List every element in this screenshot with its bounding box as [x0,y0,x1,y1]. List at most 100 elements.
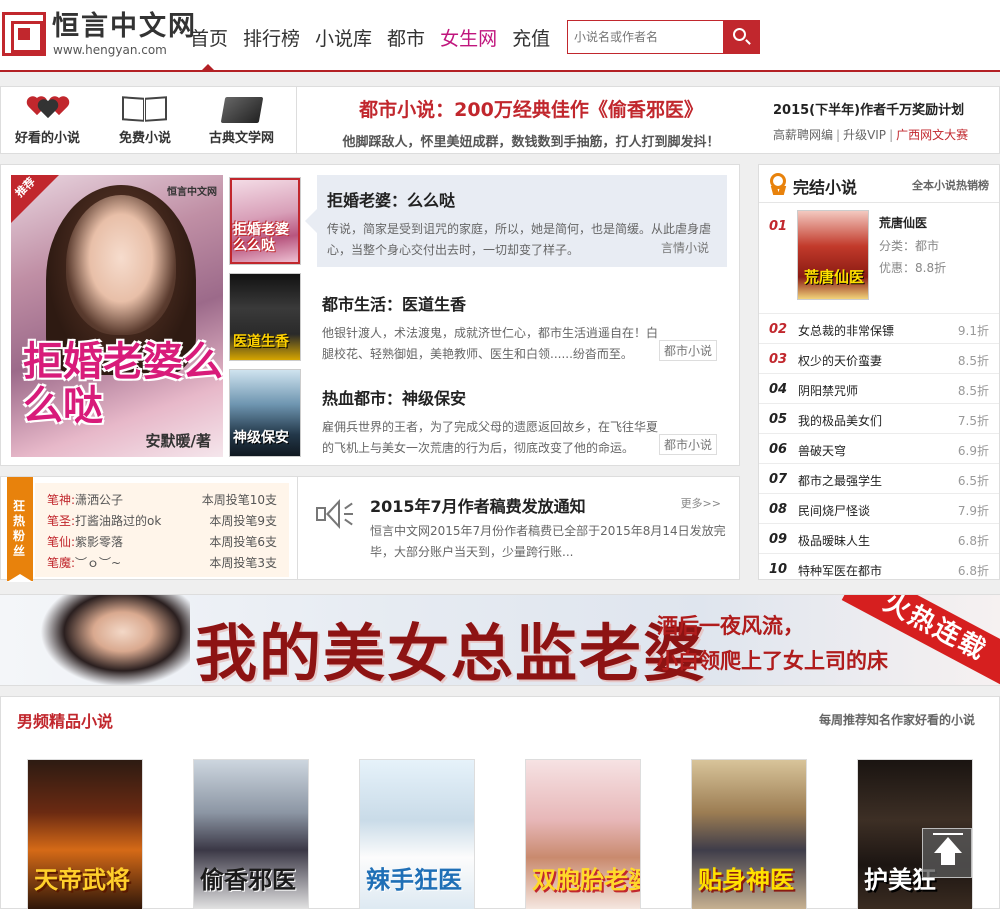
ranking-header: 完结小说 全本小说热销榜 [759,165,999,203]
nav-recharge[interactable]: 充值 [512,26,550,52]
book-cover[interactable]: 双胞胎老婆 [525,759,641,909]
featured-item-desc: 雇佣兵世界的王者，为了完成父母的遗愿返回故乡，在飞往华夏的飞机上与美女一次荒唐的… [322,420,659,455]
ranking-row[interactable]: 07 都市之最强学生 6.5折 [759,463,999,493]
ranking-row[interactable]: 06 兽破天穹 6.9折 [759,433,999,463]
fan-row[interactable]: 笔魔:︶ｏ︶~ 本周投笔3支 [47,551,277,571]
quick-link-free-novels[interactable]: 免费小说 [119,95,171,146]
promo-bar: 好看的小说 免费小说 古典文学网 都市小说：200万经典佳作《偷香邪医》 他脚踩… [0,86,1000,154]
nav-female[interactable]: 女生网 [440,26,497,52]
notice-title[interactable]: 2015年7月作者稿费发放通知 [370,493,586,517]
featured-item-tag[interactable]: 言情小说 [657,238,713,257]
featured-thumb-1[interactable]: 拒婚老婆么么哒 [229,177,301,265]
featured-item-3[interactable]: 热血都市：神级保安 雇佣兵世界的王者，为了完成父母的遗愿返回故乡，在飞往华夏的飞… [317,373,727,461]
featured-thumb-2[interactable]: 医道生香 [229,273,301,361]
male-novels-section: 男频精品小说 每周推荐知名作家好看的小说 天帝武将 偷香邪医 辣手狂医 双胞胎老… [0,696,1000,909]
book-cover[interactable]: 贴身神医 [691,759,807,909]
book-cover-title: 辣手狂医 [366,865,462,894]
fans-label: 狂热粉丝 [7,477,33,582]
ranking-row[interactable]: 02 女总裁的非常保镖 9.1折 [759,313,999,343]
ranking-discount: 6.8折 [957,534,989,548]
book-cover[interactable]: 天帝武将 [27,759,143,909]
nav-rankings[interactable]: 排行榜 [243,26,300,52]
site-logo[interactable]: 恒言中文网 www.hengyan.com [2,12,195,58]
speaker-icon [316,497,356,533]
search-button[interactable] [723,21,759,53]
featured-item-2[interactable]: 都市生活：医道生香 他银针渡人，术法渡鬼，成就济世仁心，都市生活逍遥自在！白腿校… [317,279,727,367]
ranking-name[interactable]: 极品暧昧人生 [798,532,870,549]
ranking-num: 02 [769,322,788,337]
ranking-name[interactable]: 兽破天穹 [798,442,846,459]
link-hire-editors[interactable]: 高薪聘网编 [773,128,833,142]
book-cover[interactable]: 偷香邪医 [193,759,309,909]
link-guangxi-contest[interactable]: 广西网文大赛 [896,128,968,142]
featured-item-tag[interactable]: 都市小说 [658,434,717,455]
ranking-subtitle[interactable]: 全本小说热销榜 [912,177,989,193]
fan-rank: 笔神: [47,493,76,507]
book-cover[interactable]: 辣手狂医 [359,759,475,909]
fan-row[interactable]: 笔仙:紫影零落 本周投笔6支 [47,530,277,550]
ranking-name[interactable]: 权少的天价蛮妻 [798,352,882,369]
ranking-top-cover-title: 荒唐仙医 [804,268,865,286]
ranking-name[interactable]: 阴阳禁咒师 [798,382,858,399]
ranking-num: 07 [769,472,788,487]
ranking-name[interactable]: 我的极品美女们 [798,412,882,429]
notice-more-link[interactable]: 更多>> [681,495,721,511]
ranking-row[interactable]: 09 极品暧昧人生 6.8折 [759,523,999,553]
search-input[interactable] [568,21,724,53]
promo-banner[interactable]: 我的美女总监老婆 酒后一夜风流， 小白领爬上了女上司的床 火热连载 [0,594,1000,686]
ranking-top-category: 分类：都市 [879,237,939,254]
author-plan-title[interactable]: 2015(下半年)作者千万奖励计划 [773,99,997,118]
quick-link-good-novels[interactable]: 好看的小说 [15,95,80,146]
nav-urban[interactable]: 都市 [387,26,425,52]
page-root: 恒言中文网 www.hengyan.com 首页 排行榜 小说库 都市 女生网 … [0,0,1000,909]
fan-row[interactable]: 笔圣:打酱油路过的ok 本周投笔9支 [47,509,277,529]
active-nav-indicator [201,64,215,71]
book-cover-title: 贴身神医 [698,865,794,894]
fans-panel: 狂热粉丝 笔神:潇洒公子 本周投笔10支 笔圣:打酱油路过的ok 本周投笔9支 … [0,476,298,582]
nav-library[interactable]: 小说库 [315,26,372,52]
ranking-name[interactable]: 民间烧尸怪谈 [798,502,870,519]
ranking-row[interactable]: 08 民间烧尸怪谈 7.9折 [759,493,999,523]
featured-item-title[interactable]: 都市生活：医道生香 [322,291,466,315]
fan-rank: 笔魔: [47,556,76,570]
featured-item-title[interactable]: 热血都市：神级保安 [322,385,466,409]
featured-item-title[interactable]: 拒婚老婆：么么哒 [327,187,455,211]
ranking-top-item[interactable]: 01 荒唐仙医 荒唐仙医 分类：都市 优惠：8.8折 [759,205,999,305]
ranking-top-category-value: 都市 [915,239,940,253]
site-header: 恒言中文网 www.hengyan.com 首页 排行榜 小说库 都市 女生网 … [0,0,1000,72]
fans-label-text: 狂热粉丝 [13,499,26,558]
ranking-row[interactable]: 10 特种军医在都市 6.8折 [759,553,999,583]
featured-item-tag[interactable]: 都市小说 [658,340,717,361]
fan-row[interactable]: 笔神:潇洒公子 本周投笔10支 [47,488,277,508]
ranking-name[interactable]: 女总裁的非常保镖 [798,322,894,339]
link-upgrade-vip[interactable]: 升级VIP [843,128,886,142]
thumb-title: 医道生香 [233,334,289,350]
cover-title: 拒婚老婆么么哒 [23,338,223,429]
back-to-top-icon [933,833,963,835]
back-to-top-button[interactable] [922,828,972,878]
featured-item-1[interactable]: 拒婚老婆：么么哒 传说，简家是受到诅咒的家庭，所以，她是简何，也是简缓。从此虐身… [305,175,727,267]
fan-name: 打酱油路过的ok [75,514,162,528]
ranking-name[interactable]: 都市之最强学生 [798,472,882,489]
ranking-row[interactable]: 05 我的极品美女们 7.5折 [759,403,999,433]
section-subtitle: 每周推荐知名作家好看的小说 [818,713,975,727]
featured-item-desc: 他银针渡人，术法渡鬼，成就济世仁心，都市生活逍遥自在！白腿校花、轻熟御姐，美艳教… [322,326,659,361]
book-cover-title: 双胞胎老婆 [532,865,641,894]
nav-home[interactable]: 首页 [190,26,228,52]
featured-thumb-3[interactable]: 神级保安 [229,369,301,457]
fan-votes: 本周投笔6支 [209,535,277,549]
featured-cover[interactable]: 恒言中文网 拒婚老婆么么哒 安默暖/著 推荐 [11,175,223,457]
ranking-num: 09 [769,532,788,547]
quick-link-classics[interactable]: 古典文学网 [209,95,274,146]
ranking-discount: 9.1折 [957,324,989,338]
ranking-top-title[interactable]: 荒唐仙医 [879,214,927,231]
ranking-row[interactable]: 04 阴阳禁咒师 8.5折 [759,373,999,403]
classic-book-icon [220,97,263,123]
ranking-name[interactable]: 特种军医在都市 [798,562,882,579]
fan-name: 潇洒公子 [75,493,124,507]
promo-headline[interactable]: 都市小说：200万经典佳作《偷香邪医》 [301,95,761,122]
ranking-num: 05 [769,412,788,427]
ranking-top-cover[interactable]: 荒唐仙医 [797,210,869,300]
ranking-row[interactable]: 03 权少的天价蛮妻 8.5折 [759,343,999,373]
book-cover-title: 天帝武将 [34,865,130,894]
